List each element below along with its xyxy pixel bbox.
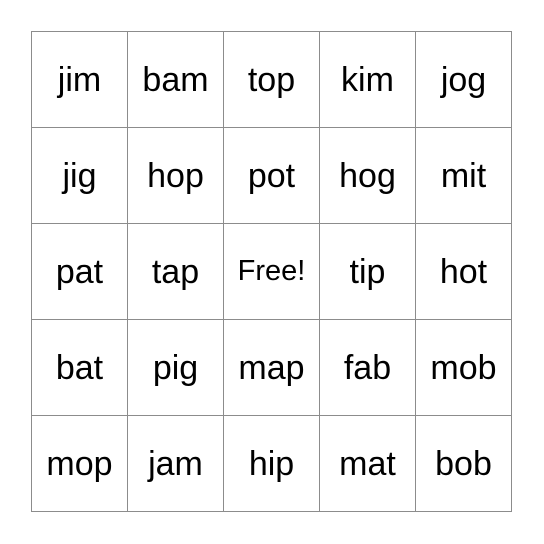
- bingo-cell-label: bob: [435, 444, 492, 483]
- bingo-cell-r5c4[interactable]: mat: [319, 415, 416, 512]
- bingo-cell-r5c5[interactable]: bob: [415, 415, 512, 512]
- bingo-cell-label: tap: [151, 252, 200, 291]
- bingo-cell-r5c2[interactable]: jam: [127, 415, 224, 512]
- bingo-cell-label: top: [247, 60, 296, 99]
- bingo-cell-label: hip: [248, 444, 295, 483]
- bingo-cell-label: mat: [339, 444, 396, 483]
- bingo-cell-r2c3[interactable]: pot: [223, 127, 320, 224]
- bingo-cell-label: jig: [62, 156, 97, 195]
- bingo-cell-r1c2[interactable]: bam: [127, 31, 224, 128]
- bingo-card-body: jim bam top kim jog jig hop pot hog mit …: [31, 31, 512, 512]
- bingo-cell-label: mit: [440, 156, 487, 195]
- table-row: jig hop pot hog mit: [31, 127, 512, 224]
- bingo-cell-r3c5[interactable]: hot: [415, 223, 512, 320]
- bingo-cell-label: hog: [339, 156, 396, 195]
- bingo-cell-r4c1[interactable]: bat: [31, 319, 128, 416]
- bingo-cell-r4c4[interactable]: fab: [319, 319, 416, 416]
- bingo-cell-label: bam: [142, 60, 209, 99]
- bingo-cell-label: hop: [147, 156, 204, 195]
- bingo-cell-label: hot: [439, 252, 488, 291]
- bingo-cell-r2c1[interactable]: jig: [31, 127, 128, 224]
- bingo-cell-label: bat: [55, 348, 104, 387]
- bingo-cell-label: kim: [341, 60, 394, 99]
- bingo-cell-label: map: [238, 348, 305, 387]
- bingo-cell-label: pat: [55, 252, 104, 291]
- table-row: mop jam hip mat bob: [31, 415, 512, 512]
- bingo-cell-r2c2[interactable]: hop: [127, 127, 224, 224]
- bingo-cell-free-space[interactable]: Free!: [223, 223, 320, 320]
- bingo-cell-label: jam: [148, 444, 203, 483]
- bingo-cell-r3c4[interactable]: tip: [319, 223, 416, 320]
- bingo-cell-r1c1[interactable]: jim: [31, 31, 128, 128]
- bingo-cell-r1c5[interactable]: jog: [415, 31, 512, 128]
- bingo-cell-r3c1[interactable]: pat: [31, 223, 128, 320]
- bingo-cell-label: fab: [343, 348, 392, 387]
- bingo-cell-label: tip: [349, 252, 386, 291]
- bingo-cell-r4c3[interactable]: map: [223, 319, 320, 416]
- bingo-cell-r2c4[interactable]: hog: [319, 127, 416, 224]
- bingo-cell-r5c3[interactable]: hip: [223, 415, 320, 512]
- bingo-free-space-label: Free!: [237, 255, 306, 287]
- bingo-cell-label: pot: [247, 156, 296, 195]
- bingo-cell-label: jim: [57, 60, 102, 99]
- bingo-cell-label: mop: [46, 444, 113, 483]
- bingo-cell-r2c5[interactable]: mit: [415, 127, 512, 224]
- bingo-cell-label: pig: [152, 348, 199, 387]
- bingo-card-grid: jim bam top kim jog jig hop pot hog mit …: [31, 31, 512, 512]
- bingo-cell-r4c2[interactable]: pig: [127, 319, 224, 416]
- bingo-cell-r5c1[interactable]: mop: [31, 415, 128, 512]
- bingo-cell-label: jog: [440, 60, 487, 99]
- table-row: pat tap Free! tip hot: [31, 223, 512, 320]
- table-row: jim bam top kim jog: [31, 31, 512, 128]
- table-row: bat pig map fab mob: [31, 319, 512, 416]
- bingo-cell-r3c2[interactable]: tap: [127, 223, 224, 320]
- bingo-cell-r4c5[interactable]: mob: [415, 319, 512, 416]
- bingo-cell-label: mob: [430, 348, 497, 387]
- bingo-card-page: jim bam top kim jog jig hop pot hog mit …: [0, 0, 544, 544]
- bingo-cell-r1c4[interactable]: kim: [319, 31, 416, 128]
- bingo-cell-r1c3[interactable]: top: [223, 31, 320, 128]
